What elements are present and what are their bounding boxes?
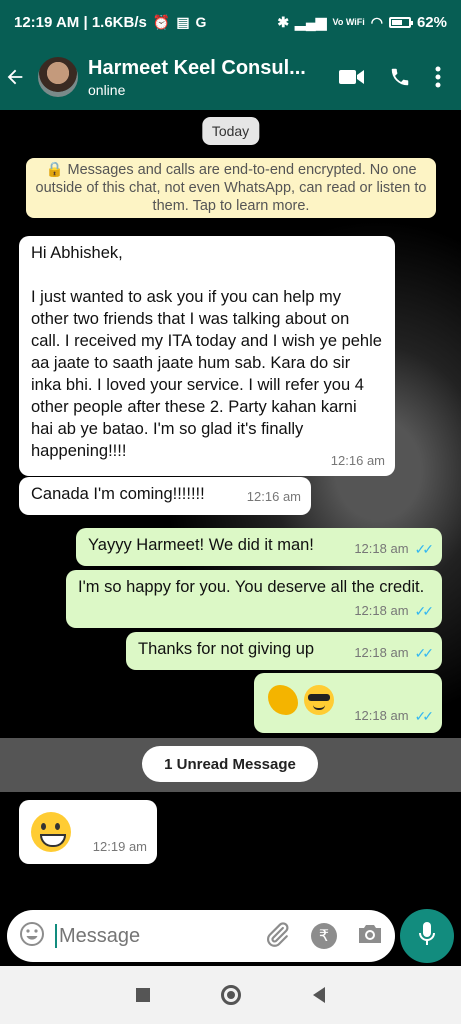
bluetooth-icon: ✱ — [277, 13, 290, 30]
message-bubble-outgoing[interactable]: I'm so happy for you. You deserve all th… — [66, 570, 442, 628]
read-ticks-icon: ✓✓ — [414, 603, 435, 619]
read-ticks-icon: ✓✓ — [414, 541, 435, 557]
message-text: Thanks for not giving up — [138, 640, 315, 658]
message-time: 12:18 am — [354, 645, 409, 660]
message-time: 12:16 am — [246, 489, 301, 504]
voice-record-button[interactable] — [400, 909, 454, 963]
system-nav-bar — [0, 966, 461, 1024]
message-text: Yayyy Harmeet! We did it man! — [88, 536, 314, 554]
nav-back-icon[interactable] — [313, 987, 326, 1003]
more-vert-icon[interactable] — [435, 66, 441, 88]
battery-icon — [388, 16, 413, 28]
emoji-icon[interactable] — [19, 921, 45, 952]
message-bubble-incoming[interactable]: Hi Abhishek, I just wanted to ask you if… — [19, 236, 395, 476]
attach-icon[interactable] — [265, 921, 291, 952]
contact-avatar[interactable] — [38, 57, 78, 97]
smiling-face-with-sunglasses-icon — [304, 685, 334, 715]
home-icon[interactable] — [221, 985, 242, 1005]
contact-name: Harmeet Keel Consul... — [88, 56, 306, 79]
message-time: 12:18 am — [354, 603, 409, 618]
message-time: 12:19 am — [92, 839, 147, 854]
contact-info[interactable]: Harmeet Keel Consul... online — [88, 57, 308, 98]
read-ticks-icon: ✓✓ — [414, 708, 435, 724]
status-bar: 12:19 AM | 1.6KB/s ⏰ ▤ G ✱ ▂▄▆ Vo WiFi ◠… — [0, 0, 461, 44]
message-bubble-incoming[interactable]: Canada I'm coming!!!!!!! 12:16 am — [19, 477, 311, 515]
status-time-speed: 12:19 AM | 1.6KB/s — [14, 13, 147, 31]
text-cursor — [55, 924, 57, 948]
unread-messages-label: 1 Unread Message — [142, 746, 318, 782]
video-call-icon[interactable] — [339, 68, 365, 86]
message-time: 12:16 am — [330, 453, 385, 468]
microphone-icon — [418, 921, 436, 952]
recents-icon[interactable] — [135, 988, 150, 1002]
message-text: Canada I'm coming!!!!!!! — [31, 485, 205, 503]
message-text: I'm so happy for you. You deserve all th… — [78, 578, 425, 596]
message-bubble-incoming[interactable]: 12:19 am — [19, 800, 157, 864]
message-bubble-outgoing[interactable]: Yayyy Harmeet! We did it man! 12:18 am ✓✓ — [76, 528, 442, 566]
alarm-icon: ⏰ — [152, 13, 171, 30]
chat-area[interactable]: Today 🔒 Messages and calls are end-to-en… — [0, 110, 461, 910]
chat-header: Harmeet Keel Consul... online — [0, 44, 461, 110]
message-icon: ▤ — [176, 13, 190, 30]
message-bubble-outgoing[interactable]: 12:18 am ✓✓ — [254, 673, 442, 733]
back-arrow-icon[interactable] — [4, 66, 38, 88]
message-time: 12:18 am — [354, 708, 409, 723]
contact-status: online — [88, 81, 126, 98]
message-composer: ₹ — [7, 910, 395, 962]
flexed-biceps-icon — [268, 685, 298, 715]
message-time: 12:18 am — [354, 541, 409, 556]
network-label: Vo WiFi — [332, 16, 365, 27]
camera-icon[interactable] — [357, 923, 383, 950]
google-icon: G — [195, 14, 207, 30]
wifi-icon: ◠ — [370, 13, 383, 30]
read-ticks-icon: ✓✓ — [414, 645, 435, 661]
encryption-notice[interactable]: 🔒 Messages and calls are end-to-end encr… — [26, 158, 436, 218]
date-label: Today — [201, 117, 260, 145]
payment-icon[interactable]: ₹ — [311, 923, 337, 949]
grinning-face-icon — [31, 812, 71, 852]
message-text: Hi Abhishek, I just wanted to ask you if… — [31, 244, 382, 460]
message-bubble-outgoing[interactable]: Thanks for not giving up 12:18 am ✓✓ — [126, 632, 442, 670]
message-input[interactable] — [59, 924, 239, 948]
battery-percent: 62% — [416, 13, 447, 31]
phone-icon[interactable] — [389, 66, 411, 88]
signal-icon: ▂▄▆ — [295, 13, 327, 30]
